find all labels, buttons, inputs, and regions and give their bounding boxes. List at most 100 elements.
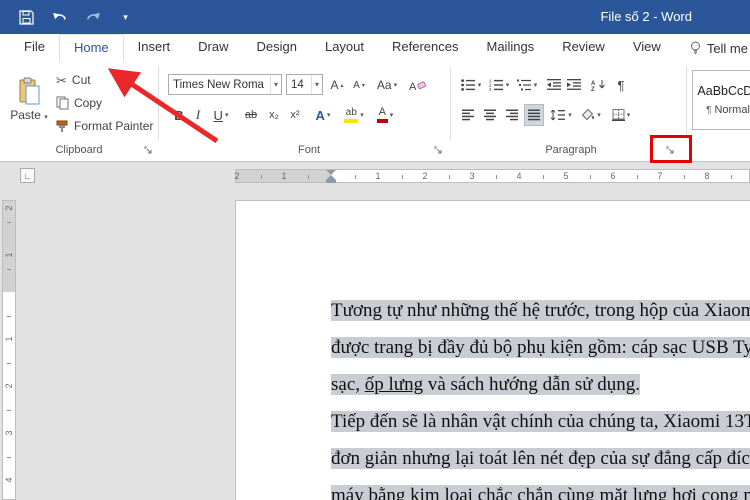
- align-center-button[interactable]: [480, 104, 500, 126]
- ruler-tick: [636, 175, 638, 179]
- tab-insert[interactable]: Insert: [124, 34, 185, 62]
- red-highlight-box: [650, 135, 692, 163]
- svg-text:A: A: [409, 81, 417, 92]
- clipboard-dialog-launcher-icon[interactable]: [142, 144, 156, 158]
- font-size-combobox[interactable]: 14 ▾: [286, 74, 323, 95]
- text-effects-button[interactable]: A ▾: [310, 104, 336, 126]
- grow-font-button[interactable]: A ▴: [327, 74, 347, 96]
- shading-button[interactable]: ▾: [578, 104, 604, 126]
- ruler-tick: [307, 175, 309, 179]
- tell-me[interactable]: Tell me: [680, 34, 750, 62]
- selected-text-run: Tiếp đến sẽ là nhân vật chính của chúng …: [331, 411, 750, 432]
- superscript-button[interactable]: x²: [285, 104, 305, 126]
- paste-button[interactable]: Paste ▾: [6, 64, 52, 134]
- doc-line[interactable]: được trang bị đầy đủ bộ phụ kiện gồm: cá…: [331, 329, 750, 366]
- tab-mailings[interactable]: Mailings: [473, 34, 549, 62]
- align-right-button[interactable]: [502, 104, 522, 126]
- grow-font-label: A: [330, 78, 339, 92]
- chevron-down-icon[interactable]: ▾: [478, 81, 482, 89]
- save-icon[interactable]: [18, 9, 35, 26]
- vertical-ruler[interactable]: 2 1 1 2 3 4: [2, 200, 16, 500]
- redo-icon[interactable]: [84, 9, 101, 26]
- left-indent-marker[interactable]: [326, 180, 336, 183]
- align-left-icon: [461, 109, 475, 121]
- sort-button[interactable]: AZ: [589, 74, 609, 96]
- font-name-combobox[interactable]: Times New Roma ▾: [168, 74, 282, 95]
- pilcrow-icon: ¶: [706, 104, 712, 116]
- clipboard-group-label: Clipboard: [55, 144, 103, 156]
- chevron-down-icon[interactable]: ▾: [390, 111, 394, 119]
- chevron-down-icon[interactable]: ▾: [327, 111, 331, 119]
- italic-label: I: [195, 107, 201, 122]
- ribbon-tabs: File Home Insert Draw Design Layout References…: [0, 34, 750, 62]
- ruler-number: 2: [4, 205, 14, 211]
- tab-stop-selector[interactable]: ∟: [20, 168, 35, 183]
- chevron-down-icon[interactable]: ▾: [627, 111, 631, 119]
- align-left-button[interactable]: [458, 104, 478, 126]
- customize-qat-icon[interactable]: ▾: [117, 9, 134, 26]
- bullets-button[interactable]: ▾: [458, 74, 484, 96]
- change-case-button[interactable]: Aa ▾: [373, 74, 401, 96]
- chevron-down-icon[interactable]: ▾: [225, 111, 229, 119]
- chevron-down-icon[interactable]: ▾: [597, 111, 601, 119]
- tab-review[interactable]: Review: [548, 34, 619, 62]
- justify-icon: [527, 109, 541, 121]
- font-dialog-launcher-icon[interactable]: [432, 144, 446, 158]
- tab-layout[interactable]: Layout: [311, 34, 378, 62]
- decrease-indent-button[interactable]: [545, 74, 563, 96]
- clear-formatting-button[interactable]: A: [405, 74, 429, 96]
- justify-button[interactable]: [524, 104, 544, 126]
- numbering-button[interactable]: 123 ▾: [486, 74, 512, 96]
- doc-line[interactable]: sạc, ốp lưng và sách hướng dẫn sử dụng.: [331, 366, 750, 403]
- ribbon-group-labels: Clipboard Font Paragraph: [0, 140, 750, 162]
- lightbulb-icon: [689, 41, 702, 55]
- subscript-button[interactable]: x₂: [264, 104, 284, 126]
- tab-design[interactable]: Design: [243, 34, 311, 62]
- ruler-tick: [683, 175, 685, 179]
- tab-draw[interactable]: Draw: [184, 34, 242, 62]
- chevron-down-icon[interactable]: ▾: [568, 111, 572, 119]
- cut-button[interactable]: ✂ Cut: [56, 70, 91, 90]
- chevron-down-icon[interactable]: ▾: [506, 81, 510, 89]
- underline-button[interactable]: U ▾: [208, 104, 234, 126]
- doc-line[interactable]: máy bằng kim loại chắc chắn cùng mặt lưn…: [331, 477, 750, 500]
- tab-file[interactable]: File: [10, 34, 59, 62]
- paint-bucket-icon: [581, 109, 595, 121]
- chevron-down-icon[interactable]: ▾: [269, 75, 281, 94]
- ruler-number: 4: [4, 477, 14, 483]
- document-page[interactable]: Tương tự như những thế hệ trước, trong h…: [235, 200, 750, 500]
- multilevel-list-button[interactable]: ▾: [514, 74, 540, 96]
- show-formatting-marks-button[interactable]: ¶: [613, 74, 629, 96]
- format-painter-button[interactable]: Format Painter: [56, 116, 153, 136]
- tab-references[interactable]: References: [378, 34, 472, 62]
- tab-view[interactable]: View: [619, 34, 675, 62]
- document-title: File số 2 - Word: [600, 9, 692, 24]
- italic-button[interactable]: I: [190, 104, 206, 126]
- align-right-icon: [505, 109, 519, 121]
- bold-button[interactable]: B: [170, 104, 188, 126]
- text-highlight-button[interactable]: ab ▾: [340, 104, 368, 126]
- shrink-font-button[interactable]: A ▾: [349, 74, 369, 96]
- outdent-icon: [546, 79, 562, 91]
- doc-line[interactable]: đơn giản nhưng lại toát lên nét đẹp của …: [331, 440, 750, 477]
- doc-line[interactable]: Tiếp đến sẽ là nhân vật chính của chúng …: [331, 403, 750, 440]
- horizontal-ruler[interactable]: 21123456789: [234, 169, 750, 183]
- style-normal-item[interactable]: AaBbCcDc ¶ Normal: [692, 70, 750, 130]
- undo-icon[interactable]: [51, 9, 68, 26]
- strikethrough-button[interactable]: ab: [240, 104, 262, 126]
- doc-line[interactable]: Tương tự như những thế hệ trước, trong h…: [331, 292, 750, 329]
- font-color-button[interactable]: A ▾: [372, 104, 398, 126]
- style-preview: AaBbCcDc: [697, 84, 750, 98]
- tab-home[interactable]: Home: [58, 34, 124, 62]
- chevron-down-icon[interactable]: ▾: [360, 111, 364, 119]
- ruler-tick: [448, 175, 450, 179]
- line-spacing-button[interactable]: ▾: [548, 104, 574, 126]
- selected-text-run: Tương tự như những thế hệ trước, trong h…: [331, 300, 750, 321]
- borders-button[interactable]: ▾: [608, 104, 634, 126]
- chevron-down-icon[interactable]: ▾: [310, 75, 322, 94]
- svg-text:3: 3: [489, 87, 492, 91]
- chevron-down-icon[interactable]: ▾: [534, 81, 538, 89]
- highlight-icon: ab: [344, 107, 359, 123]
- increase-indent-button[interactable]: [565, 74, 583, 96]
- copy-button[interactable]: Copy: [56, 93, 102, 113]
